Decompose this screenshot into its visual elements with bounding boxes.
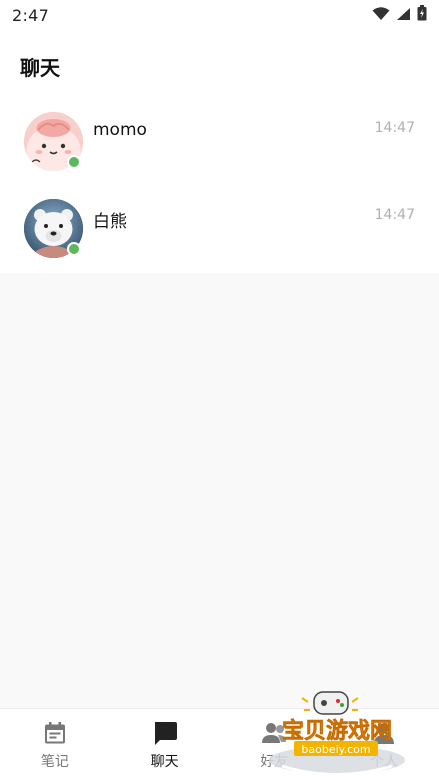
chat-name: 白熊	[93, 212, 127, 232]
nav-item-notes[interactable]: 笔记	[0, 709, 110, 780]
chat-time: 14:47	[374, 120, 415, 136]
chat-row-momo[interactable]: momo 14:47	[0, 98, 439, 185]
watermark-url: baobeiy.com	[301, 743, 370, 756]
chat-row-polar-bear[interactable]: 白熊 14:47	[0, 185, 439, 272]
watermark-title: 宝贝游戏网	[282, 718, 392, 744]
battery-icon	[417, 5, 427, 25]
chat-list-section: 聊天 momo 14:47 白熊 14:47	[0, 30, 439, 273]
page-title: 聊天	[20, 56, 60, 80]
nav-label: 聊天	[150, 754, 179, 770]
status-time: 2:47	[12, 5, 50, 25]
cell-signal-icon	[396, 6, 411, 25]
status-bar: 2:47	[0, 0, 439, 30]
calendar-icon	[42, 720, 68, 746]
wifi-icon	[372, 6, 390, 25]
chat-time: 14:47	[374, 207, 415, 223]
chat-bubble-icon	[152, 720, 178, 746]
nav-item-chat[interactable]: 聊天	[110, 709, 220, 780]
chat-name: momo	[93, 120, 147, 140]
nav-label: 笔记	[40, 754, 69, 770]
online-status-dot	[67, 155, 81, 169]
status-icons	[372, 5, 427, 25]
online-status-dot	[67, 242, 81, 256]
watermark-logo: 宝贝游戏网 baobeiy.com	[262, 688, 412, 778]
